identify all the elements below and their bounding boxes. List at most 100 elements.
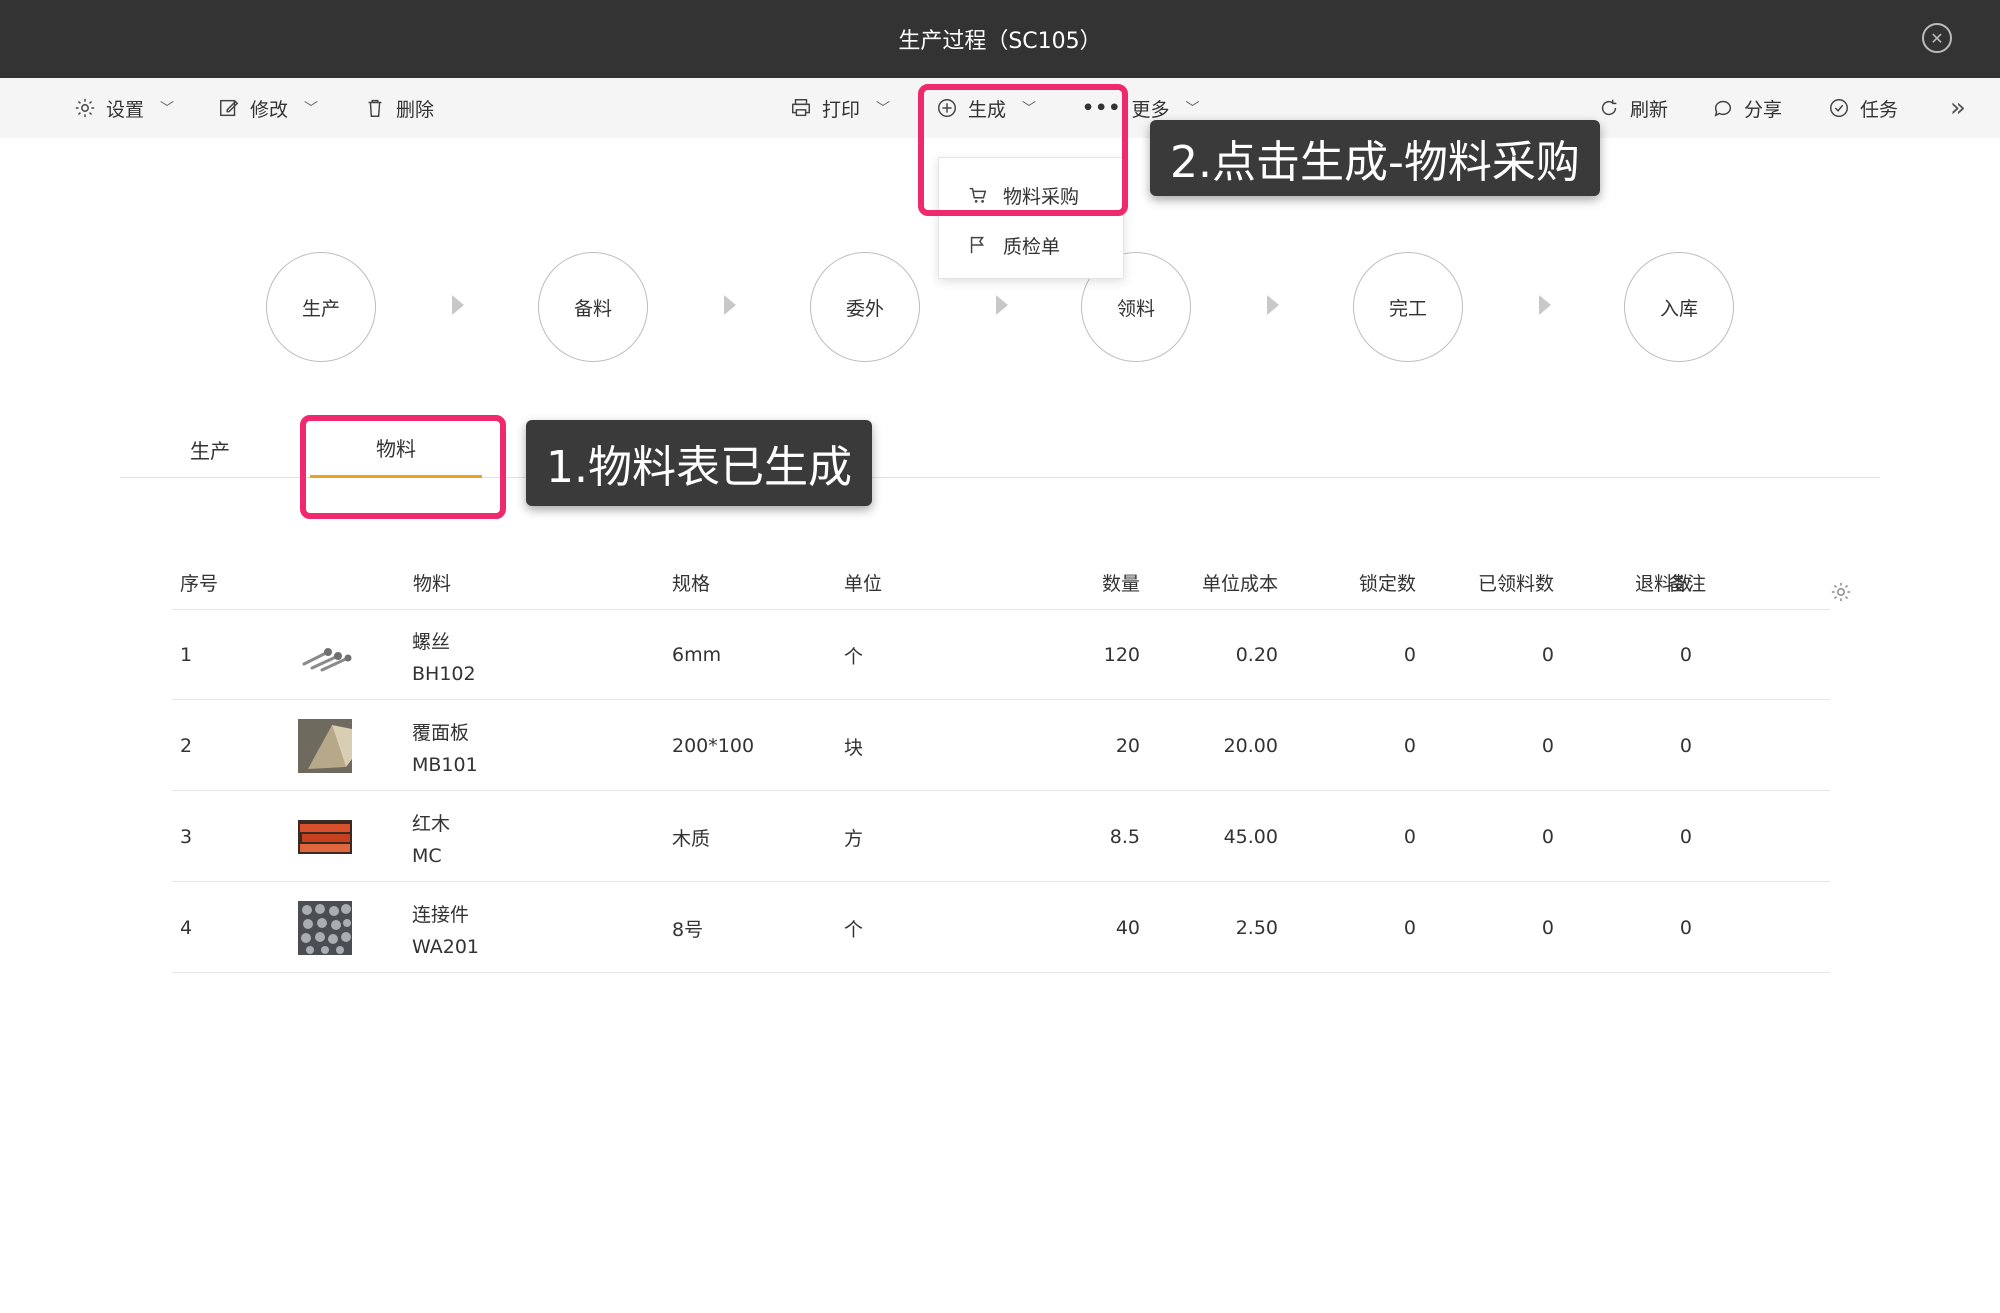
settings-label: 设置 <box>106 98 145 121</box>
row-qty: 120 <box>1103 644 1140 666</box>
material-thumbnail <box>298 901 352 955</box>
menu-item-quality-check[interactable]: 质检单 <box>939 220 1125 270</box>
material-name-block: 螺丝 BH102 <box>412 626 476 690</box>
row-unit: 块 <box>844 736 864 759</box>
material-name-block: 覆面板 MB101 <box>412 717 478 781</box>
table-row[interactable]: 4 连接件 WA201 8号 个 40 2.50 0 0 0 <box>172 883 1830 973</box>
col-header-returned: 退料数 <box>1634 572 1692 595</box>
material-name-block: 连接件 WA201 <box>412 899 479 963</box>
window-title: 生产过程（SC105） <box>898 29 1102 54</box>
flag-icon <box>970 236 985 254</box>
step-prepare[interactable]: 备料 <box>538 252 648 362</box>
share-button[interactable]: 分享 <box>1712 78 1782 138</box>
step-arrow-icon <box>996 295 1008 315</box>
row-returned: 0 <box>1679 735 1692 757</box>
step-outsource[interactable]: 委外 <box>810 252 920 362</box>
step-production[interactable]: 生产 <box>266 252 376 362</box>
step-arrow-icon <box>452 295 464 315</box>
row-unit: 个 <box>844 645 864 668</box>
chat-bubble-icon <box>1714 100 1732 117</box>
chevron-down-icon: ﹀ <box>1185 101 1200 117</box>
gear-icon <box>75 98 95 118</box>
material-thumbnail <box>302 648 352 672</box>
step-arrow-icon <box>1267 295 1279 315</box>
row-no: 2 <box>180 735 193 757</box>
refresh-label: 刷新 <box>1630 98 1669 121</box>
material-name: 螺丝 <box>412 631 451 653</box>
check-circle-icon <box>1830 99 1848 117</box>
refresh-button[interactable]: 刷新 <box>1598 78 1668 138</box>
row-spec: 8号 <box>672 918 704 941</box>
column-settings-icon[interactable] <box>1830 565 1852 619</box>
col-header-unit: 单位 <box>844 572 883 595</box>
task-button[interactable]: 任务 <box>1828 78 1898 138</box>
material-name: 连接件 <box>412 904 470 926</box>
row-qty: 40 <box>1115 917 1140 939</box>
col-header-spec: 规格 <box>672 572 711 595</box>
row-spec: 木质 <box>672 827 711 850</box>
row-cost: 2.50 <box>1235 917 1278 939</box>
row-no: 1 <box>180 644 193 666</box>
edit-label: 修改 <box>250 98 289 121</box>
settings-button[interactable]: 设置 ﹀ <box>74 78 174 138</box>
row-unit: 方 <box>844 827 864 850</box>
col-header-note: 备注 <box>1668 572 1707 595</box>
row-qty: 8.5 <box>1109 826 1140 848</box>
expand-icon[interactable]: » <box>1950 78 1966 138</box>
row-no: 3 <box>180 826 193 848</box>
row-returned: 0 <box>1679 917 1692 939</box>
row-cost: 20.00 <box>1223 735 1278 757</box>
callout-step-2: 2.点击生成-物料采购 <box>1150 120 1600 196</box>
material-thumbnail <box>298 820 352 854</box>
col-header-no: 序号 <box>180 572 219 595</box>
highlight-generate-menu <box>918 84 1128 216</box>
highlight-materials-tab <box>300 415 506 519</box>
table-row[interactable]: 1 螺丝 BH102 6mm 个 120 0.20 0 0 0 <box>172 610 1830 700</box>
edit-icon <box>220 99 239 117</box>
print-label: 打印 <box>822 98 861 121</box>
more-label: 更多 <box>1131 98 1170 121</box>
col-header-cost: 单位成本 <box>1201 572 1278 595</box>
table-row[interactable]: 3 红木 MC 木质 方 8.5 45.00 0 0 0 <box>172 792 1830 882</box>
row-cost: 45.00 <box>1223 826 1278 848</box>
edit-button[interactable]: 修改 ﹀ <box>218 78 318 138</box>
material-code: BH102 <box>412 663 476 685</box>
row-unit: 个 <box>844 918 864 941</box>
tab-production[interactable]: 生产 <box>160 420 260 478</box>
step-arrow-icon <box>724 295 736 315</box>
material-name-block: 红木 MC <box>412 808 450 872</box>
table-row[interactable]: 2 覆面板 MB101 200*100 块 20 20.00 0 0 0 <box>172 701 1830 791</box>
material-code: MC <box>412 845 442 867</box>
task-label: 任务 <box>1860 98 1899 121</box>
step-warehouse[interactable]: 入库 <box>1624 252 1734 362</box>
chevron-down-icon: ﹀ <box>160 101 175 117</box>
delete-label: 删除 <box>396 98 435 121</box>
step-complete[interactable]: 完工 <box>1353 252 1463 362</box>
title-bar: 生产过程（SC105） ✕ <box>0 0 2000 78</box>
row-spec: 6mm <box>672 644 722 666</box>
row-cost: 0.20 <box>1235 644 1278 666</box>
material-name: 红木 <box>412 813 451 835</box>
step-arrow-icon <box>1539 295 1551 315</box>
row-returned: 0 <box>1679 644 1692 666</box>
callout-step-1: 1.物料表已生成 <box>526 420 872 506</box>
material-code: WA201 <box>412 936 480 958</box>
col-header-material: 物料 <box>413 572 452 595</box>
row-spec: 200*100 <box>672 735 755 757</box>
close-icon[interactable]: ✕ <box>1922 23 1952 53</box>
printer-icon <box>792 99 810 117</box>
share-label: 分享 <box>1744 98 1783 121</box>
chevron-down-icon: ﹀ <box>304 101 319 117</box>
row-no: 4 <box>180 917 193 939</box>
material-name: 覆面板 <box>412 722 470 744</box>
chevron-down-icon: ﹀ <box>876 101 891 117</box>
delete-button[interactable]: 删除 <box>364 78 434 138</box>
print-button[interactable]: 打印 ﹀ <box>790 78 890 138</box>
row-returned: 0 <box>1679 826 1692 848</box>
refresh-icon <box>1601 99 1617 116</box>
material-thumbnail <box>298 719 352 773</box>
material-code: MB101 <box>412 754 478 776</box>
col-header-qty: 数量 <box>1101 572 1140 595</box>
menu-item-label: 质检单 <box>1003 235 1061 258</box>
trash-icon <box>368 99 382 117</box>
